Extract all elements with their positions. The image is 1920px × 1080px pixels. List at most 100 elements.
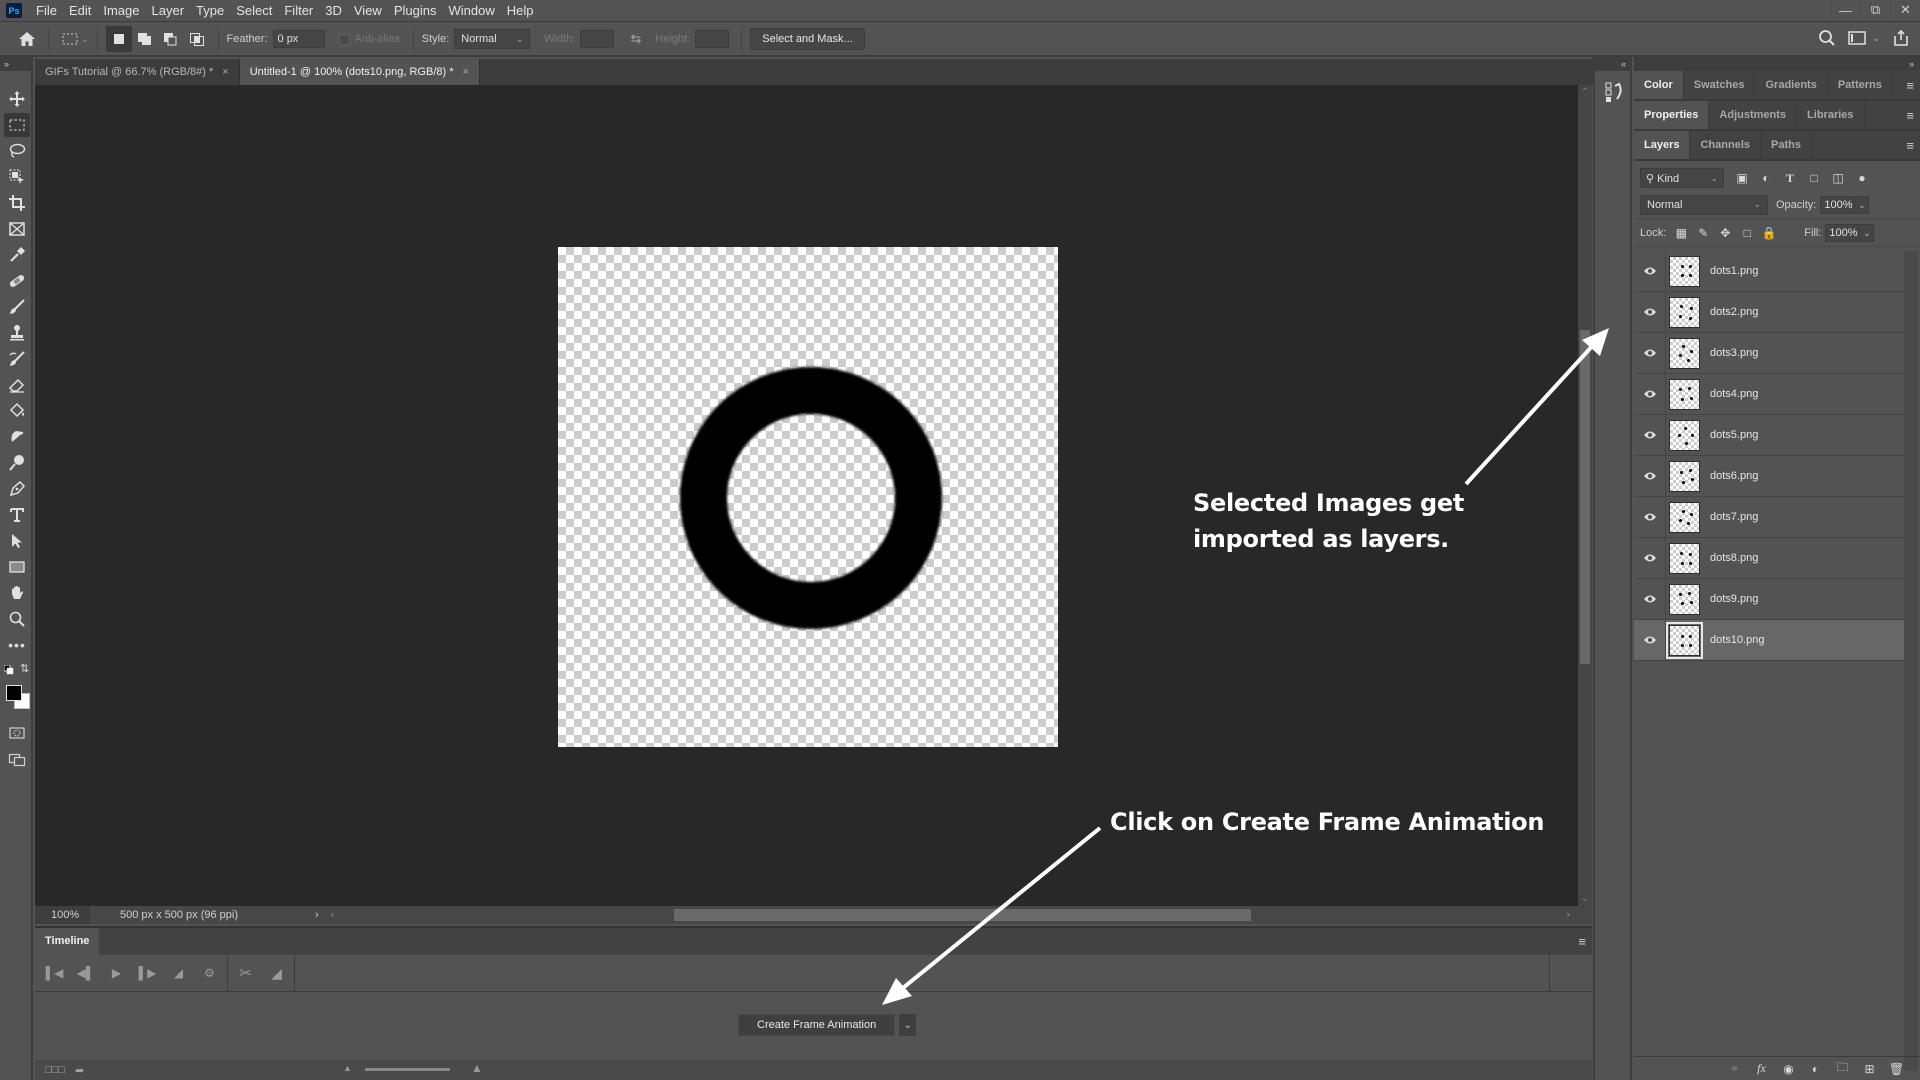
close-icon[interactable]: × [463, 66, 469, 78]
dock-collapse-button[interactable]: « [1595, 57, 1630, 71]
edit-toolbar-button[interactable]: ••• [4, 633, 30, 657]
layer-thumbnail[interactable] [1669, 378, 1700, 410]
minimize-button[interactable]: — [1830, 0, 1860, 20]
layer-row[interactable]: dots7.png [1634, 496, 1904, 538]
tab-adjustments[interactable]: Adjustments [1709, 101, 1798, 129]
menu-image[interactable]: Image [97, 0, 145, 22]
type-tool[interactable] [4, 503, 30, 527]
toolbar-expand-button[interactable]: » [0, 57, 31, 71]
filter-toggle-icon[interactable]: ● [1850, 171, 1874, 185]
zoom-level-field[interactable]: 100% [35, 906, 90, 924]
layer-style-fx-icon[interactable]: fx [1748, 1061, 1775, 1076]
lock-all-icon[interactable]: 🔒 [1758, 226, 1780, 240]
brush-tool[interactable] [4, 295, 30, 319]
smudge-tool[interactable] [4, 425, 30, 449]
doc-tab-gifs-tutorial[interactable]: GIFs Tutorial @ 66.7% (RGB/8#) * × [35, 59, 240, 85]
rectangle-tool[interactable] [4, 555, 30, 579]
audio-button[interactable]: ◢ [163, 958, 194, 988]
layer-row[interactable]: dots10.png [1634, 619, 1904, 661]
new-group-folder-icon[interactable]: 🗀 [1829, 1058, 1856, 1079]
layer-row[interactable]: dots5.png [1634, 414, 1904, 456]
status-expand-icon[interactable]: › [315, 909, 319, 921]
shape-layer-filter-icon[interactable]: □ [1802, 171, 1826, 185]
create-frame-animation-button[interactable]: Create Frame Animation [738, 1014, 896, 1036]
eraser-tool[interactable] [4, 373, 30, 397]
lock-image-pixels-icon[interactable]: ✎ [1692, 226, 1714, 240]
tab-properties[interactable]: Properties [1634, 101, 1710, 129]
visibility-toggle[interactable] [1634, 455, 1666, 497]
layer-row[interactable]: dots2.png [1634, 291, 1904, 333]
new-layer-icon[interactable]: ⊞ [1856, 1062, 1883, 1076]
visibility-toggle[interactable] [1634, 619, 1666, 661]
search-icon[interactable] [1818, 29, 1836, 47]
menu-select[interactable]: Select [230, 0, 278, 22]
visibility-toggle[interactable] [1634, 414, 1666, 456]
restore-button[interactable]: ⧉ [1860, 0, 1890, 20]
tab-swatches[interactable]: Swatches [1684, 71, 1756, 99]
screen-mode-button[interactable] [4, 747, 30, 771]
clone-stamp-tool[interactable] [4, 321, 30, 345]
layers-scrollbar[interactable] [1904, 251, 1918, 1071]
layer-row[interactable]: dots8.png [1634, 537, 1904, 579]
add-to-selection-button[interactable] [132, 26, 158, 52]
menu-file[interactable]: File [30, 0, 63, 22]
split-at-playhead-button[interactable]: ✂ [230, 958, 261, 988]
opacity-dropdown[interactable]: ⌄ [1855, 195, 1870, 214]
workspace-icon[interactable] [1848, 31, 1867, 45]
play-button[interactable]: ▶ [101, 958, 132, 988]
foreground-color-swatch[interactable] [6, 685, 22, 701]
link-layers-icon[interactable]: ⚭ [1721, 1062, 1748, 1076]
blend-mode-select[interactable]: Normal ⌄ [1640, 194, 1768, 215]
path-selection-tool[interactable] [4, 529, 30, 553]
vertical-scroll-thumb[interactable] [1580, 330, 1590, 664]
menu-filter[interactable]: Filter [278, 0, 319, 22]
menu-type[interactable]: Type [190, 0, 230, 22]
scroll-down-icon[interactable]: ⌄ [1578, 893, 1592, 904]
zoom-slider-track[interactable] [365, 1068, 450, 1071]
scroll-right-icon[interactable]: › [1566, 909, 1570, 921]
opacity-input[interactable]: 100% [1820, 195, 1856, 214]
smart-object-filter-icon[interactable]: ◫ [1826, 171, 1850, 185]
new-selection-button[interactable] [105, 26, 132, 52]
menu-edit[interactable]: Edit [63, 0, 97, 22]
panel-menu-icon[interactable]: ≡ [1906, 78, 1914, 93]
timeline-zoom-slider[interactable]: ▲ ▲ [343, 1061, 503, 1076]
menu-3d[interactable]: 3D [319, 0, 348, 22]
lock-artboard-icon[interactable]: □ [1736, 226, 1758, 240]
intersect-selection-button[interactable] [184, 26, 210, 52]
vertical-scrollbar[interactable]: ⌃ ⌄ [1578, 85, 1592, 906]
convert-to-frame-icon[interactable]: □□□ [45, 1064, 65, 1076]
layer-thumbnail[interactable] [1669, 501, 1700, 533]
layer-thumbnail[interactable] [1669, 583, 1700, 615]
layer-thumbnail[interactable] [1669, 460, 1700, 492]
render-video-icon[interactable]: ➦ [75, 1064, 84, 1077]
delete-layer-trash-icon[interactable]: 🗑 [1883, 1062, 1910, 1076]
history-brush-tool[interactable] [4, 347, 30, 371]
visibility-toggle[interactable] [1634, 291, 1666, 333]
settings-button[interactable]: ⚙ [194, 958, 225, 988]
scroll-up-icon[interactable]: ⌃ [1578, 87, 1592, 98]
menu-help[interactable]: Help [501, 0, 540, 22]
fill-dropdown[interactable]: ⌄ [1860, 223, 1875, 242]
document-canvas[interactable] [558, 247, 1058, 747]
pixel-layer-filter-icon[interactable]: ▣ [1730, 171, 1754, 185]
add-mask-icon[interactable]: ◉ [1775, 1062, 1802, 1076]
object-selection-tool[interactable] [4, 165, 30, 189]
visibility-toggle[interactable] [1634, 578, 1666, 620]
eyedropper-tool[interactable] [4, 243, 30, 267]
frame-tool[interactable] [4, 217, 30, 241]
layer-row[interactable]: dots1.png [1634, 250, 1904, 292]
swap-colors-icon[interactable]: ⇅ [20, 662, 29, 675]
layer-thumbnail[interactable] [1669, 337, 1700, 369]
menu-window[interactable]: Window [442, 0, 500, 22]
feather-input[interactable]: 0 px [272, 30, 325, 48]
next-frame-button[interactable]: ▌▶ [132, 958, 163, 988]
zoom-in-icon[interactable]: ▲ [471, 1061, 483, 1075]
zoom-out-icon[interactable]: ▲ [343, 1063, 352, 1073]
layer-thumbnail[interactable] [1669, 296, 1700, 328]
close-icon[interactable]: × [222, 66, 228, 78]
type-layer-filter-icon[interactable]: T [1778, 171, 1802, 186]
filter-kind-select[interactable]: ⚲ Kind ⌄ [1640, 168, 1724, 188]
crop-tool[interactable] [4, 191, 30, 215]
default-colors-icon[interactable] [4, 665, 14, 675]
